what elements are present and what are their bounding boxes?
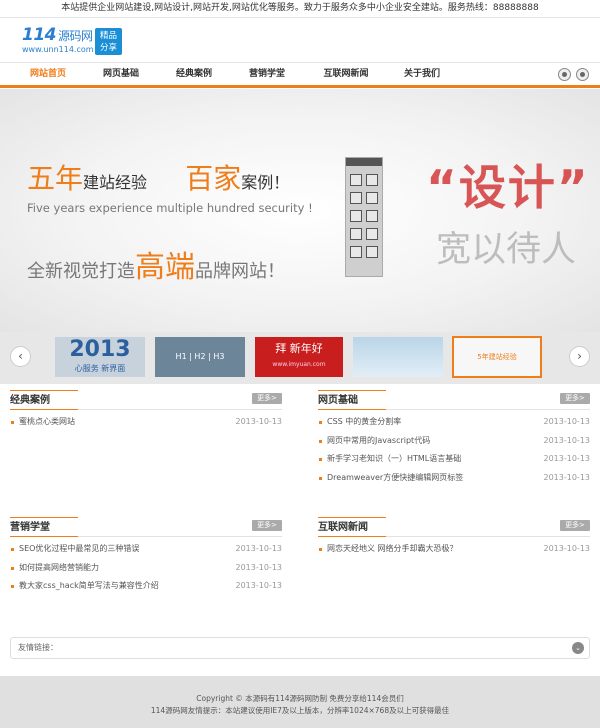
nav-item-home[interactable]: 网站首页	[22, 63, 74, 86]
logo-badge-line1: 精品	[99, 31, 117, 41]
site-header: 114 源码网 www.unn114.com 精品 分享	[0, 18, 600, 62]
banner-sub-a: 全新视觉打造	[27, 261, 135, 282]
section-title: 互联网新闻	[318, 522, 368, 533]
chevron-down-icon[interactable]: ⌄	[572, 642, 584, 654]
banner-sub-c: 品牌网站！	[195, 261, 285, 282]
more-button[interactable]: 更多>	[560, 520, 590, 531]
banner-sub-b: 高端	[135, 250, 195, 285]
slider-prev-button[interactable]: ‹	[10, 346, 31, 367]
toolbox-illustration	[345, 157, 383, 277]
eye-icon[interactable]	[558, 68, 571, 81]
section-web-basics: 网页基础 更多> CSS 中的黄金分割率 2013-10-13 网页中常用的Jav…	[318, 390, 590, 488]
list-item[interactable]: 网页中常用的Javascript代码 2013-10-13	[318, 432, 590, 451]
slider-thumb[interactable]: 2013 心服务 新界面	[55, 337, 145, 377]
more-button[interactable]: 更多>	[252, 520, 282, 531]
logo-badge-line2: 分享	[99, 43, 117, 53]
slider-thumb[interactable]: H1 | H2 | H3	[155, 337, 245, 377]
logo-url: www.unn114.com	[22, 45, 94, 54]
friendly-links-bar: 友情链接： ⌄	[10, 637, 590, 659]
banner-design-word: “设计”	[426, 161, 590, 216]
hero-banner[interactable]: 五年建站经验 百家案例！ Five years experience multi…	[0, 89, 600, 332]
nav-item-cases[interactable]: 经典案例	[168, 63, 220, 86]
more-button[interactable]: 更多>	[252, 393, 282, 404]
section-title: 经典案例	[10, 395, 50, 406]
friendly-links-label: 友情链接：	[18, 643, 58, 652]
logo-name: 源码网	[58, 29, 93, 43]
banner-subheadline: 全新视觉打造高端品牌网站！	[27, 242, 285, 286]
site-footer: Copyright © 本源码有114源码网防制 免费分享给114会员们 114…	[0, 676, 600, 728]
banner-five-years: 五年	[27, 162, 84, 195]
section-title: 网页基础	[318, 395, 358, 406]
footer-notice: 114源码网友情提示：本站建议使用IE7及以上版本，分辨率1024×768及以上…	[150, 706, 450, 715]
list-item[interactable]: SEO优化过程中最常见的三种错误 2013-10-13	[10, 540, 282, 559]
site-logo[interactable]: 114 源码网 www.unn114.com 精品 分享	[22, 25, 122, 55]
banner-cases: 案例！	[241, 173, 290, 192]
banner-hundred: 百家	[185, 162, 242, 195]
footer-copyright: Copyright © 本源码有114源码网防制 免费分享给114会员们	[196, 694, 404, 703]
banner-english-line: Five years experience multiple hundred s…	[27, 201, 313, 215]
list-item[interactable]: 网恋天经地义 网络分手却霸大恐极？ 2013-10-13	[318, 540, 590, 559]
slider-thumb-active[interactable]: 5年建站经验	[452, 336, 542, 378]
list-item[interactable]: CSS 中的黄金分割率 2013-10-13	[318, 413, 590, 432]
list-item[interactable]: Dreamweaver方便快捷编辑网页标签 2013-10-13	[318, 469, 590, 488]
nav-item-about[interactable]: 关于我们	[396, 63, 448, 86]
nav-item-news[interactable]: 互联网新闻	[318, 63, 374, 86]
user-icon[interactable]	[576, 68, 589, 81]
slider-thumb[interactable]: 拜 新年好 www.imyuan.com	[255, 337, 343, 377]
top-announcement-text: 本站提供企业网站建设,网站设计,网站开发,网站优化等服务。致力于服务众多中小企业…	[61, 3, 539, 13]
section-classic-cases: 经典案例 更多> 蜜桃点心类网站 2013-10-13	[10, 390, 282, 432]
logo-badge: 精品 分享	[95, 28, 122, 55]
nav-item-basics[interactable]: 网页基础	[95, 63, 147, 86]
logo-number: 114	[22, 25, 57, 45]
list-item[interactable]: 蜜桃点心类网站 2013-10-13	[10, 413, 282, 432]
banner-experience: 建站经验	[83, 173, 148, 192]
section-title: 营销学堂	[10, 522, 50, 533]
section-internet-news: 互联网新闻 更多> 网恋天经地义 网络分手却霸大恐极？ 2013-10-13	[318, 517, 590, 559]
list-item[interactable]: 如何提高网络营销能力 2013-10-13	[10, 559, 282, 578]
main-nav: 网站首页 网页基础 经典案例 营销学堂 互联网新闻 关于我们	[0, 62, 600, 88]
section-marketing: 营销学堂 更多> SEO优化过程中最常见的三种错误 2013-10-13 如何提高…	[10, 517, 282, 596]
slider-next-button[interactable]: ›	[569, 346, 590, 367]
top-announcement-bar: 本站提供企业网站建设,网站设计,网站开发,网站优化等服务。致力于服务众多中小企业…	[0, 0, 600, 18]
banner-tagline: 宽以待人	[436, 230, 577, 270]
list-item[interactable]: 教大家css_hack简单写法与兼容性介绍 2013-10-13	[10, 577, 282, 596]
slider-thumb[interactable]	[353, 337, 443, 377]
nav-item-marketing[interactable]: 营销学堂	[241, 63, 293, 86]
thumbnail-slider: ‹ 2013 心服务 新界面 H1 | H2 | H3 拜 新年好 www.im…	[0, 332, 600, 384]
list-item[interactable]: 新手学习老知识（一）HTML语言基础 2013-10-13	[318, 450, 590, 469]
banner-headline: 五年建站经验 百家案例！	[27, 157, 289, 197]
more-button[interactable]: 更多>	[560, 393, 590, 404]
